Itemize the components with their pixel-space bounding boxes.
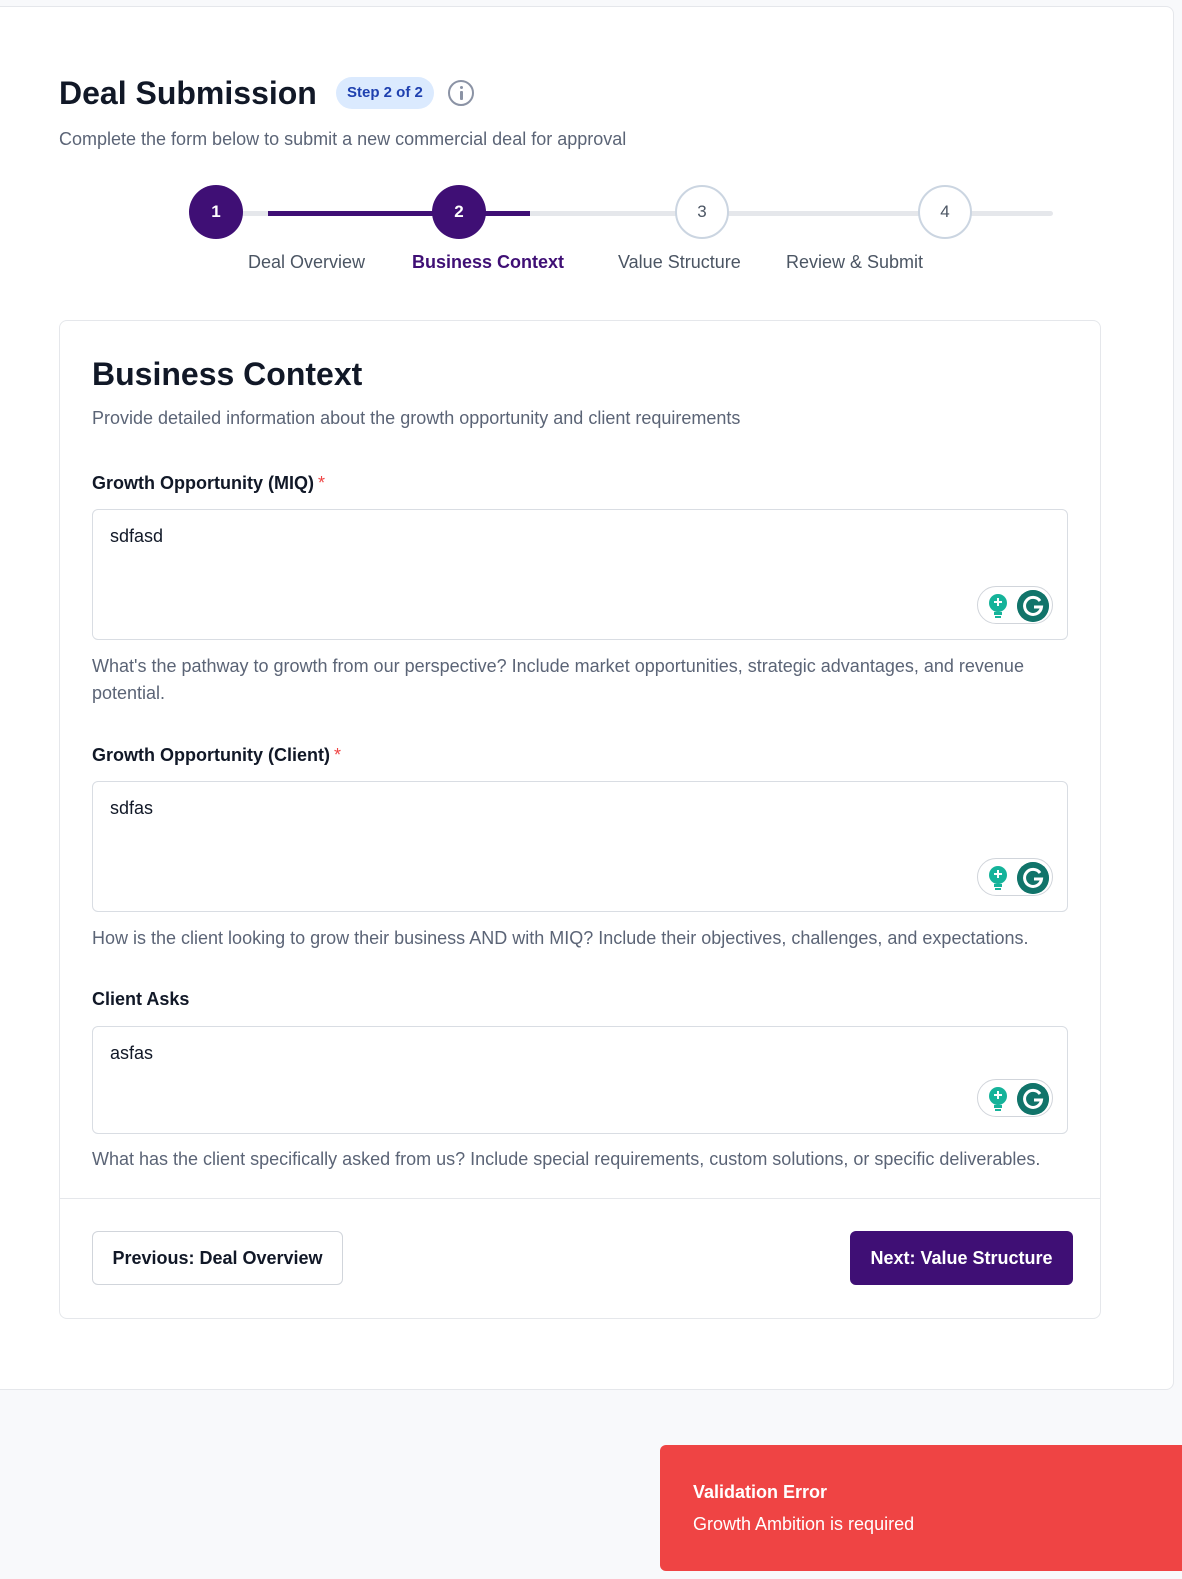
- lightbulb-icon: [989, 594, 1007, 618]
- section-subtitle: Provide detailed information about the g…: [92, 408, 741, 428]
- field-label-text: Growth Opportunity (Client): [92, 745, 330, 765]
- toast-message: Growth Ambition is required: [693, 1514, 915, 1534]
- step-badge: Step 2 of 2: [336, 77, 434, 109]
- grammarly-widget[interactable]: [977, 586, 1053, 624]
- growth-opportunity-miq-textarea[interactable]: sdfasd: [92, 509, 1068, 640]
- field-label-text: Growth Opportunity (MIQ): [92, 473, 314, 493]
- info-icon[interactable]: [448, 80, 474, 106]
- step-circle-3[interactable]: 3: [675, 185, 729, 239]
- grammarly-icon: [1017, 1083, 1049, 1115]
- stepper-progress: [268, 211, 530, 216]
- lightbulb-icon: [989, 1087, 1007, 1111]
- required-asterisk: *: [317, 473, 325, 493]
- grammarly-widget[interactable]: [977, 858, 1053, 896]
- client-asks-helper: What has the client specifically asked f…: [92, 1149, 1041, 1169]
- section-title: Business Context: [92, 356, 363, 392]
- client-asks-textarea[interactable]: asfas: [92, 1026, 1068, 1134]
- client-asks-label: Client Asks: [92, 989, 189, 1010]
- toast-title: Validation Error: [693, 1482, 828, 1502]
- growth-opportunity-miq-helper: What's the pathway to growth from our pe…: [92, 656, 1024, 703]
- lightbulb-icon: [989, 866, 1007, 890]
- growth-opportunity-miq-label: Growth Opportunity (MIQ) *: [92, 473, 325, 494]
- step-circle-2[interactable]: 2: [432, 185, 486, 239]
- growth-opportunity-client-textarea[interactable]: sdfas: [92, 781, 1068, 912]
- page-subtitle: Complete the form below to submit a new …: [59, 129, 627, 149]
- grammarly-icon: [1017, 862, 1049, 894]
- step-label-business-context[interactable]: Business Context: [412, 252, 564, 273]
- previous-button[interactable]: Previous: Deal Overview: [92, 1231, 343, 1285]
- step-circle-4[interactable]: 4: [918, 185, 972, 239]
- step-label-review-submit[interactable]: Review & Submit: [786, 252, 923, 273]
- next-button[interactable]: Next: Value Structure: [850, 1231, 1073, 1285]
- required-asterisk: *: [333, 745, 341, 765]
- step-label-deal-overview[interactable]: Deal Overview: [248, 252, 365, 273]
- field-label-text: Client Asks: [92, 989, 190, 1009]
- validation-error-toast[interactable]: Validation Error Growth Ambition is requ…: [660, 1445, 1182, 1571]
- growth-opportunity-client-label: Growth Opportunity (Client) *: [92, 745, 341, 766]
- page-title: Deal Submission: [59, 75, 317, 111]
- step-label-value-structure[interactable]: Value Structure: [618, 252, 741, 273]
- grammarly-widget[interactable]: [977, 1079, 1053, 1117]
- grammarly-icon: [1017, 590, 1049, 622]
- step-circle-1[interactable]: 1: [189, 185, 243, 239]
- divider: [60, 1198, 1100, 1199]
- growth-opportunity-client-helper: How is the client looking to grow their …: [92, 928, 1029, 948]
